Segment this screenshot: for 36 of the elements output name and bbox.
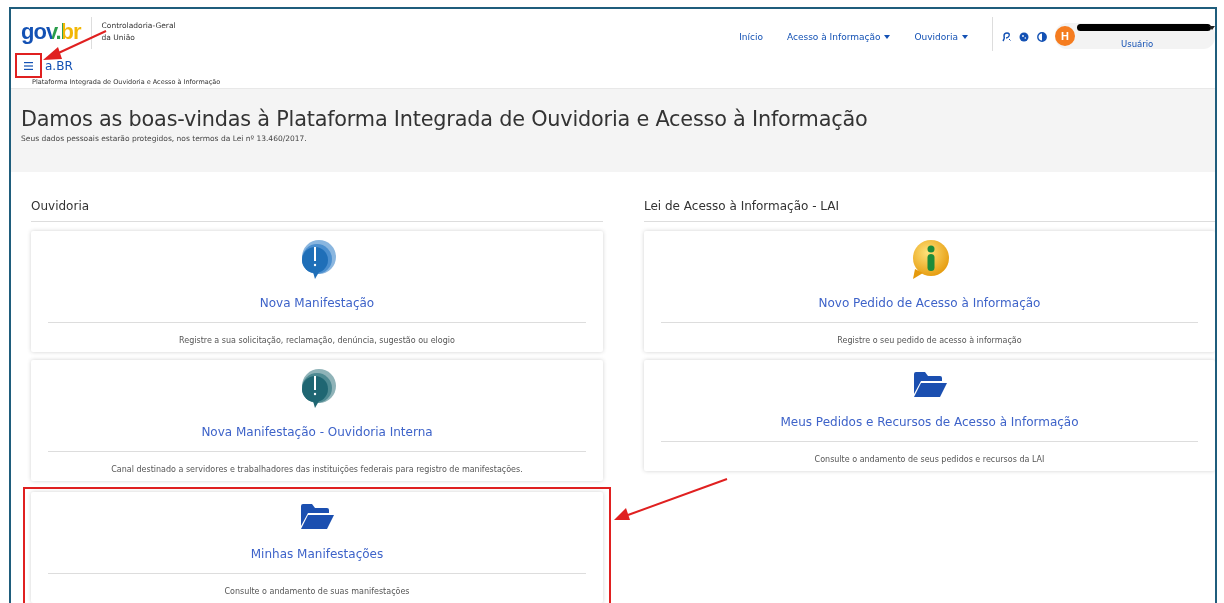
nav-link[interactable]: Ouvidoria (914, 32, 968, 42)
section-heading: Lei de Acesso à Informação - LAI (644, 199, 1215, 222)
service-card[interactable]: Nova Manifestação - Ouvidoria Interna Canal destinado a servidores e trabalhadores das instituições federais para registro de manifestações. (31, 360, 603, 481)
cookie-icon[interactable] (1019, 32, 1029, 42)
caret-icon (1209, 26, 1215, 30)
section-heading: Ouvidoria (31, 199, 603, 222)
service-card[interactable]: Nova Manifestação Registre a sua solicitação, reclamação, denúncia, sugestão ou elogio (31, 231, 603, 352)
card-description: Canal destinado a servidores e trabalhadores das instituições federais para registro de manifestações. (111, 465, 523, 474)
card-title: Meus Pedidos e Recursos de Acesso à Informação (780, 415, 1079, 429)
card-description: Registre a sua solicitação, reclamação, denúncia, sugestão ou elogio (179, 336, 455, 345)
gov-logo[interactable]: gov.br (21, 17, 92, 49)
card-description: Consulte o andamento de seus pedidos e recursos da LAI (814, 455, 1045, 464)
card-title: Nova Manifestação (259, 296, 375, 310)
user-label: Usuário (1121, 39, 1154, 49)
welcome-title: Damos as boas-vindas à Plataforma Integrada de Ouvidoria e Acesso à Informação (21, 107, 869, 131)
accessibility-icon[interactable] (1001, 32, 1011, 42)
nav-link[interactable]: Acesso à Informação (787, 32, 891, 42)
user-menu[interactable]: H Usuário (1055, 23, 1215, 49)
user-avatar: H (1055, 26, 1075, 46)
folder-icon (911, 370, 948, 398)
caret-icon (884, 35, 891, 39)
menu-icon (24, 61, 33, 70)
folder-icon (299, 502, 335, 530)
card-title: Novo Pedido de Acesso à Informação (818, 296, 1041, 310)
app-name[interactable]: a.BR (45, 59, 221, 73)
card-title: Minhas Manifestações (250, 547, 384, 561)
service-card[interactable]: Minhas Manifestações Consulte o andamento de suas manifestações (31, 492, 603, 603)
menu-button[interactable] (15, 53, 42, 78)
service-card[interactable]: Novo Pedido de Acesso à Informação Registre o seu pedido de acesso à informação (644, 231, 1215, 352)
nav-link[interactable]: Início (739, 32, 763, 42)
card-title: Nova Manifestação - Ouvidoria Interna (201, 425, 433, 439)
contrast-icon[interactable] (1037, 32, 1047, 42)
card-description: Consulte o andamento de suas manifestações (224, 587, 410, 596)
service-card[interactable]: Meus Pedidos e Recursos de Acesso à Informação Consulte o andamento de seus pedidos e recursos da LAI (644, 360, 1215, 471)
caret-icon (962, 35, 968, 39)
card-description: Registre o seu pedido de acesso à informação (837, 336, 1022, 345)
